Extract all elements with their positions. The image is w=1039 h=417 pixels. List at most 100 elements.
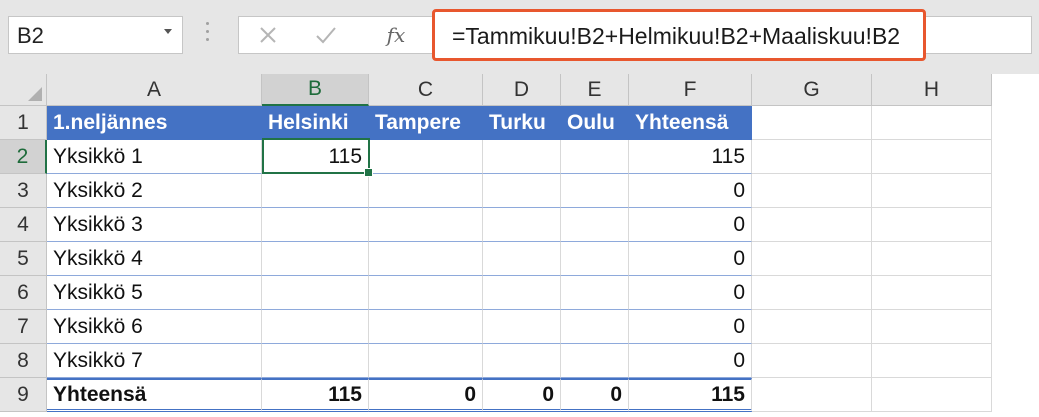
cell-f2[interactable]: 115 — [629, 140, 752, 174]
cell-a3[interactable]: Yksikkö 2 — [47, 174, 262, 208]
cell-c4[interactable] — [369, 208, 483, 242]
cell-f4[interactable]: 0 — [629, 208, 752, 242]
cell-g8[interactable] — [752, 344, 872, 378]
cell-d8[interactable] — [483, 344, 561, 378]
row-header-8[interactable]: 8 — [0, 344, 47, 378]
select-all-button[interactable] — [0, 74, 47, 106]
cell-h5[interactable] — [872, 242, 992, 276]
column-header-d[interactable]: D — [483, 74, 561, 106]
cell-c1[interactable]: Tampere — [369, 106, 483, 140]
cell-g6[interactable] — [752, 276, 872, 310]
row-header-3[interactable]: 3 — [0, 174, 47, 208]
cell-a7[interactable]: Yksikkö 6 — [47, 310, 262, 344]
cell-d2[interactable] — [483, 140, 561, 174]
cell-g5[interactable] — [752, 242, 872, 276]
cell-g9[interactable] — [752, 378, 872, 412]
name-box[interactable]: B2 — [8, 16, 183, 54]
cell-e2[interactable] — [561, 140, 629, 174]
row-header-1[interactable]: 1 — [0, 106, 47, 140]
cell-b9[interactable]: 115 — [262, 378, 369, 412]
cell-b4[interactable] — [262, 208, 369, 242]
cell-a6[interactable]: Yksikkö 5 — [47, 276, 262, 310]
cell-b6[interactable] — [262, 276, 369, 310]
enter-check-icon[interactable] — [311, 17, 341, 53]
cell-b7[interactable] — [262, 310, 369, 344]
column-header-b[interactable]: B — [262, 74, 369, 106]
cell-g2[interactable] — [752, 140, 872, 174]
cell-d5[interactable] — [483, 242, 561, 276]
cell-c3[interactable] — [369, 174, 483, 208]
cell-a2[interactable]: Yksikkö 1 — [47, 140, 262, 174]
cell-e1[interactable]: Oulu — [561, 106, 629, 140]
cell-c8[interactable] — [369, 344, 483, 378]
row-header-5[interactable]: 5 — [0, 242, 47, 276]
cell-c9[interactable]: 0 — [369, 378, 483, 412]
cell-e5[interactable] — [561, 242, 629, 276]
cell-h7[interactable] — [872, 310, 992, 344]
cell-e4[interactable] — [561, 208, 629, 242]
drag-handle-icon[interactable] — [206, 22, 210, 48]
cell-b3[interactable] — [262, 174, 369, 208]
cell-h6[interactable] — [872, 276, 992, 310]
cell-b8[interactable] — [262, 344, 369, 378]
cell-g4[interactable] — [752, 208, 872, 242]
cell-d1[interactable]: Turku — [483, 106, 561, 140]
cell-h4[interactable] — [872, 208, 992, 242]
row-header-7[interactable]: 7 — [0, 310, 47, 344]
name-box-value: B2 — [17, 23, 44, 48]
cell-f6[interactable]: 0 — [629, 276, 752, 310]
cell-h1[interactable] — [872, 106, 992, 140]
cell-d7[interactable] — [483, 310, 561, 344]
cell-a8[interactable]: Yksikkö 7 — [47, 344, 262, 378]
cell-h8[interactable] — [872, 344, 992, 378]
cell-e6[interactable] — [561, 276, 629, 310]
column-header-a[interactable]: A — [47, 74, 262, 106]
row-header-4[interactable]: 4 — [0, 208, 47, 242]
cell-b5[interactable] — [262, 242, 369, 276]
column-header-e[interactable]: E — [561, 74, 629, 106]
cell-a4[interactable]: Yksikkö 3 — [47, 208, 262, 242]
cell-g7[interactable] — [752, 310, 872, 344]
cell-d3[interactable] — [483, 174, 561, 208]
cell-f5[interactable]: 0 — [629, 242, 752, 276]
cell-e7[interactable] — [561, 310, 629, 344]
cell-e9[interactable]: 0 — [561, 378, 629, 412]
cell-c5[interactable] — [369, 242, 483, 276]
cell-f8[interactable]: 0 — [629, 344, 752, 378]
cell-f9[interactable]: 115 — [629, 378, 752, 412]
cell-h3[interactable] — [872, 174, 992, 208]
cell-g3[interactable] — [752, 174, 872, 208]
cell-f1[interactable]: Yhteensä — [629, 106, 752, 140]
column-header-f[interactable]: F — [629, 74, 752, 106]
cancel-icon[interactable] — [253, 17, 283, 53]
formula-bar: B2 fx =Tammikuu!B2+Helmikuu!B2+Maaliskuu… — [0, 0, 1039, 74]
cell-f7[interactable]: 0 — [629, 310, 752, 344]
column-header-g[interactable]: G — [752, 74, 872, 106]
cell-a5[interactable]: Yksikkö 4 — [47, 242, 262, 276]
cell-h2[interactable] — [872, 140, 992, 174]
cell-b2[interactable]: 115 — [262, 140, 369, 174]
column-header-h[interactable]: H — [872, 74, 992, 106]
cell-a9[interactable]: Yhteensä — [47, 378, 262, 412]
cell-c6[interactable] — [369, 276, 483, 310]
row-header-6[interactable]: 6 — [0, 276, 47, 310]
cell-d6[interactable] — [483, 276, 561, 310]
cell-e8[interactable] — [561, 344, 629, 378]
cell-e3[interactable] — [561, 174, 629, 208]
cell-c2[interactable] — [369, 140, 483, 174]
formula-highlight-box[interactable]: =Tammikuu!B2+Helmikuu!B2+Maaliskuu!B2 — [432, 9, 926, 61]
cell-f3[interactable]: 0 — [629, 174, 752, 208]
cell-c7[interactable] — [369, 310, 483, 344]
row-header-9[interactable]: 9 — [0, 378, 47, 412]
cell-h9[interactable] — [872, 378, 992, 412]
chevron-down-icon[interactable] — [164, 29, 172, 34]
formula-text: =Tammikuu!B2+Helmikuu!B2+Maaliskuu!B2 — [452, 23, 901, 49]
row-header-2[interactable]: 2 — [0, 140, 47, 174]
cell-d9[interactable]: 0 — [483, 378, 561, 412]
insert-function-icon[interactable]: fx — [379, 17, 413, 53]
cell-g1[interactable] — [752, 106, 872, 140]
cell-b1[interactable]: Helsinki — [262, 106, 369, 140]
column-header-c[interactable]: C — [369, 74, 483, 106]
cell-d4[interactable] — [483, 208, 561, 242]
cell-a1[interactable]: 1.neljännes — [47, 106, 262, 140]
